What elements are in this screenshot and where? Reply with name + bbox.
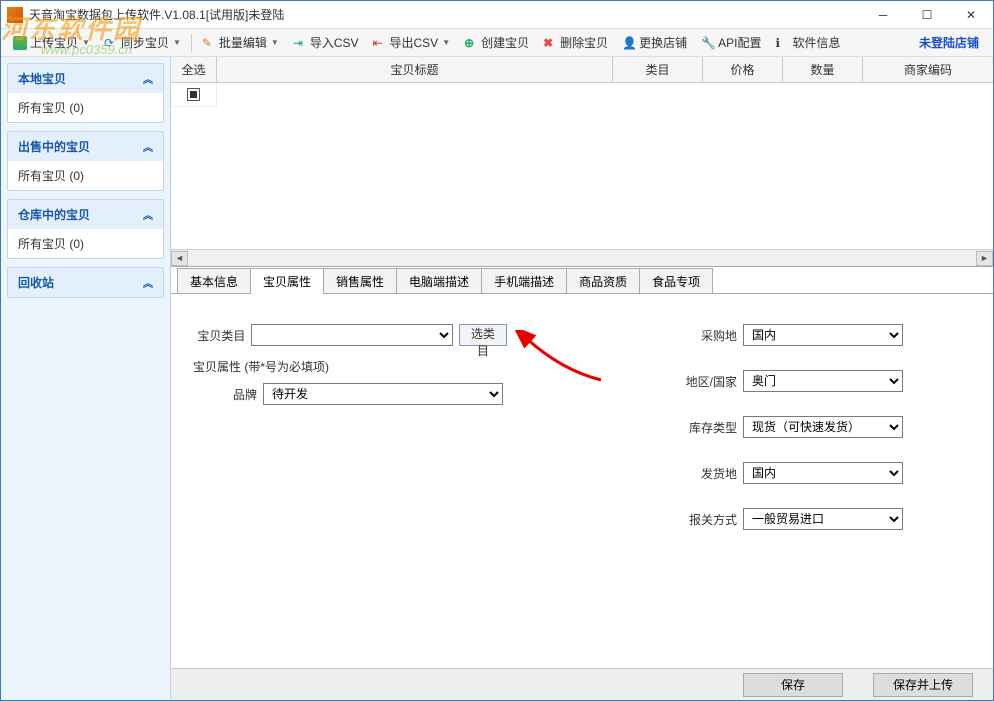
wrench-icon: 🔧: [701, 36, 715, 50]
col-category[interactable]: 类目: [613, 57, 703, 82]
region-select[interactable]: 奥门: [743, 370, 903, 392]
col-title[interactable]: 宝贝标题: [217, 57, 613, 82]
export-icon: ⇤: [373, 36, 387, 50]
chevron-up-icon: ︽: [143, 139, 153, 154]
window-title: 天音淘宝数据包上传软件.V1.08.1[试用版]未登陆: [29, 6, 284, 23]
sync-icon: ⟳: [104, 36, 118, 50]
sidebar-group-recycle: 回收站︽: [7, 267, 164, 298]
purchase-place-select[interactable]: 国内: [743, 324, 903, 346]
chevron-up-icon: ︽: [143, 207, 153, 222]
brand-label: 品牌: [187, 386, 257, 403]
app-icon: [7, 7, 23, 23]
customs-label: 报关方式: [657, 511, 737, 528]
tab-sales-properties[interactable]: 销售属性: [323, 268, 397, 294]
col-select-all[interactable]: 全选: [171, 57, 217, 82]
upload-button[interactable]: 上传宝贝▼: [7, 32, 96, 53]
sidebar-group-local: 本地宝贝︽ 所有宝贝 (0): [7, 63, 164, 123]
region-label: 地区/国家: [657, 373, 737, 390]
login-shop-link[interactable]: 未登陆店铺: [919, 34, 987, 51]
stock-type-label: 库存类型: [657, 419, 737, 436]
customs-select[interactable]: 一般贸易进口: [743, 508, 903, 530]
title-bar: 天音淘宝数据包上传软件.V1.08.1[试用版]未登陆 ─ ☐ ✕: [1, 1, 993, 29]
change-shop-button[interactable]: 👤更换店铺: [616, 32, 693, 53]
sidebar-item-selling-all[interactable]: 所有宝贝 (0): [8, 161, 163, 190]
stock-type-select[interactable]: 现货（可快速发货）: [743, 416, 903, 438]
scroll-left-icon[interactable]: ◄: [171, 251, 188, 266]
sidebar-item-warehouse-all[interactable]: 所有宝贝 (0): [8, 229, 163, 258]
tab-basic-info[interactable]: 基本信息: [177, 268, 251, 294]
category-label: 宝贝类目: [187, 327, 245, 344]
category-select[interactable]: [251, 324, 453, 346]
save-upload-button[interactable]: 保存并上传: [873, 673, 973, 697]
ship-from-select[interactable]: 国内: [743, 462, 903, 484]
tab-item-properties[interactable]: 宝贝属性: [250, 268, 324, 294]
maximize-button[interactable]: ☐: [905, 1, 949, 29]
delete-icon: ✖: [543, 36, 557, 50]
sidebar-group-selling: 出售中的宝贝︽ 所有宝贝 (0): [7, 131, 164, 191]
plus-icon: ⊕: [464, 36, 478, 50]
tristate-checkbox[interactable]: [187, 88, 200, 101]
col-quantity[interactable]: 数量: [783, 57, 863, 82]
batch-edit-button[interactable]: ✎批量编辑▼: [196, 32, 285, 53]
user-icon: 👤: [622, 36, 636, 50]
tab-panel: 宝贝类目 选类目 宝贝属性 (带*号为必填项) 品牌 待开发 采购地国内 地区/…: [171, 293, 993, 700]
tab-pc-description[interactable]: 电脑端描述: [396, 268, 482, 294]
content-area: 全选 宝贝标题 类目 价格 数量 商家编码 ◄ ► 基本信息 宝贝属性 销: [171, 57, 993, 700]
row-checkbox-cell[interactable]: [171, 83, 217, 107]
chevron-up-icon: ︽: [143, 71, 153, 86]
close-button[interactable]: ✕: [949, 1, 993, 29]
save-button[interactable]: 保存: [743, 673, 843, 697]
sidebar-head-local[interactable]: 本地宝贝︽: [8, 64, 163, 93]
grid-body[interactable]: [171, 83, 993, 249]
grid-row: [171, 83, 993, 107]
upload-icon: [13, 36, 27, 50]
sidebar-item-local-all[interactable]: 所有宝贝 (0): [8, 93, 163, 122]
tab-food-special[interactable]: 食品专项: [639, 268, 713, 294]
sidebar-head-warehouse[interactable]: 仓库中的宝贝︽: [8, 200, 163, 229]
purchase-place-label: 采购地: [657, 327, 737, 344]
sidebar-group-warehouse: 仓库中的宝贝︽ 所有宝贝 (0): [7, 199, 164, 259]
sidebar-head-recycle[interactable]: 回收站︽: [8, 268, 163, 297]
import-csv-button[interactable]: ⇥导入CSV: [287, 32, 365, 53]
delete-button[interactable]: ✖删除宝贝: [537, 32, 614, 53]
create-button[interactable]: ⊕创建宝贝: [458, 32, 535, 53]
tab-product-qualification[interactable]: 商品资质: [566, 268, 640, 294]
info-icon: ℹ: [776, 36, 790, 50]
horizontal-scrollbar[interactable]: ◄ ►: [171, 249, 993, 266]
import-icon: ⇥: [293, 36, 307, 50]
ship-from-label: 发货地: [657, 465, 737, 482]
col-merchant-code[interactable]: 商家编码: [863, 57, 993, 82]
sidebar-head-selling[interactable]: 出售中的宝贝︽: [8, 132, 163, 161]
edit-icon: ✎: [202, 36, 216, 50]
col-price[interactable]: 价格: [703, 57, 783, 82]
tab-mobile-description[interactable]: 手机端描述: [481, 268, 567, 294]
footer-bar: 保存 保存并上传: [171, 668, 993, 700]
export-csv-button[interactable]: ⇤导出CSV▼: [367, 32, 457, 53]
tab-strip: 基本信息 宝贝属性 销售属性 电脑端描述 手机端描述 商品资质 食品专项: [171, 267, 993, 293]
properties-note: 宝贝属性 (带*号为必填项): [193, 358, 507, 375]
select-category-button[interactable]: 选类目: [459, 324, 507, 346]
sidebar: 本地宝贝︽ 所有宝贝 (0) 出售中的宝贝︽ 所有宝贝 (0) 仓库中的宝贝︽ …: [1, 57, 171, 700]
api-config-button[interactable]: 🔧API配置: [695, 32, 767, 53]
grid-header: 全选 宝贝标题 类目 价格 数量 商家编码: [171, 57, 993, 83]
toolbar: 上传宝贝▼ ⟳同步宝贝▼ ✎批量编辑▼ ⇥导入CSV ⇤导出CSV▼ ⊕创建宝贝…: [1, 29, 993, 57]
scroll-right-icon[interactable]: ►: [976, 251, 993, 266]
software-info-button[interactable]: ℹ软件信息: [770, 32, 847, 53]
brand-select[interactable]: 待开发: [263, 383, 503, 405]
chevron-up-icon: ︽: [143, 275, 153, 290]
data-grid: 全选 宝贝标题 类目 价格 数量 商家编码 ◄ ►: [171, 57, 993, 267]
sync-button[interactable]: ⟳同步宝贝▼: [98, 32, 187, 53]
minimize-button[interactable]: ─: [861, 1, 905, 29]
